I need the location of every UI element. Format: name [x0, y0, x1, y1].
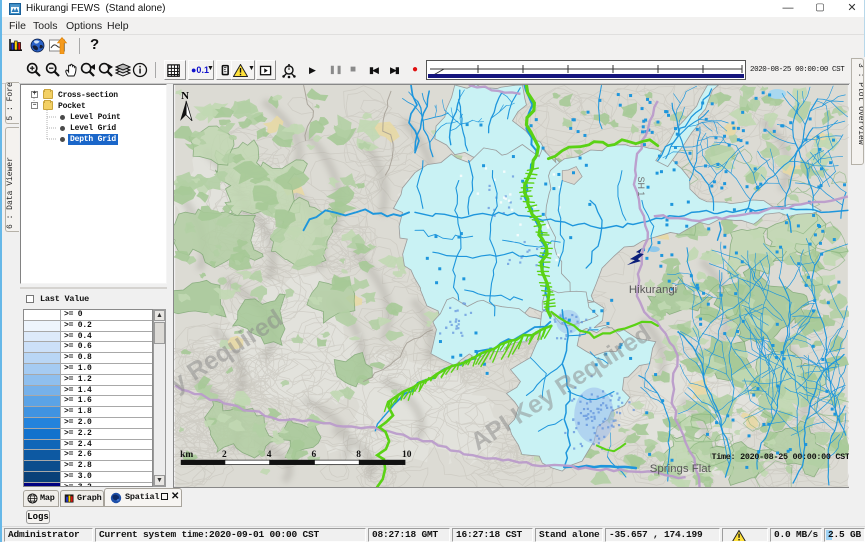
svg-text:4: 4	[267, 450, 272, 460]
svg-text:8: 8	[356, 450, 361, 460]
svg-text:km: km	[180, 450, 193, 460]
svg-text:Springs Flat: Springs Flat	[650, 463, 712, 475]
svg-text:N: N	[181, 90, 189, 102]
svg-text:SH 1: SH 1	[636, 177, 646, 197]
svg-text:Hikurangi: Hikurangi	[629, 284, 677, 296]
svg-text:6: 6	[311, 450, 316, 460]
svg-text:Time: 2020-08-25 00:00:00 CST: Time: 2020-08-25 00:00:00 CST	[712, 452, 849, 462]
svg-text:2: 2	[222, 450, 227, 460]
svg-text:10: 10	[402, 450, 412, 460]
